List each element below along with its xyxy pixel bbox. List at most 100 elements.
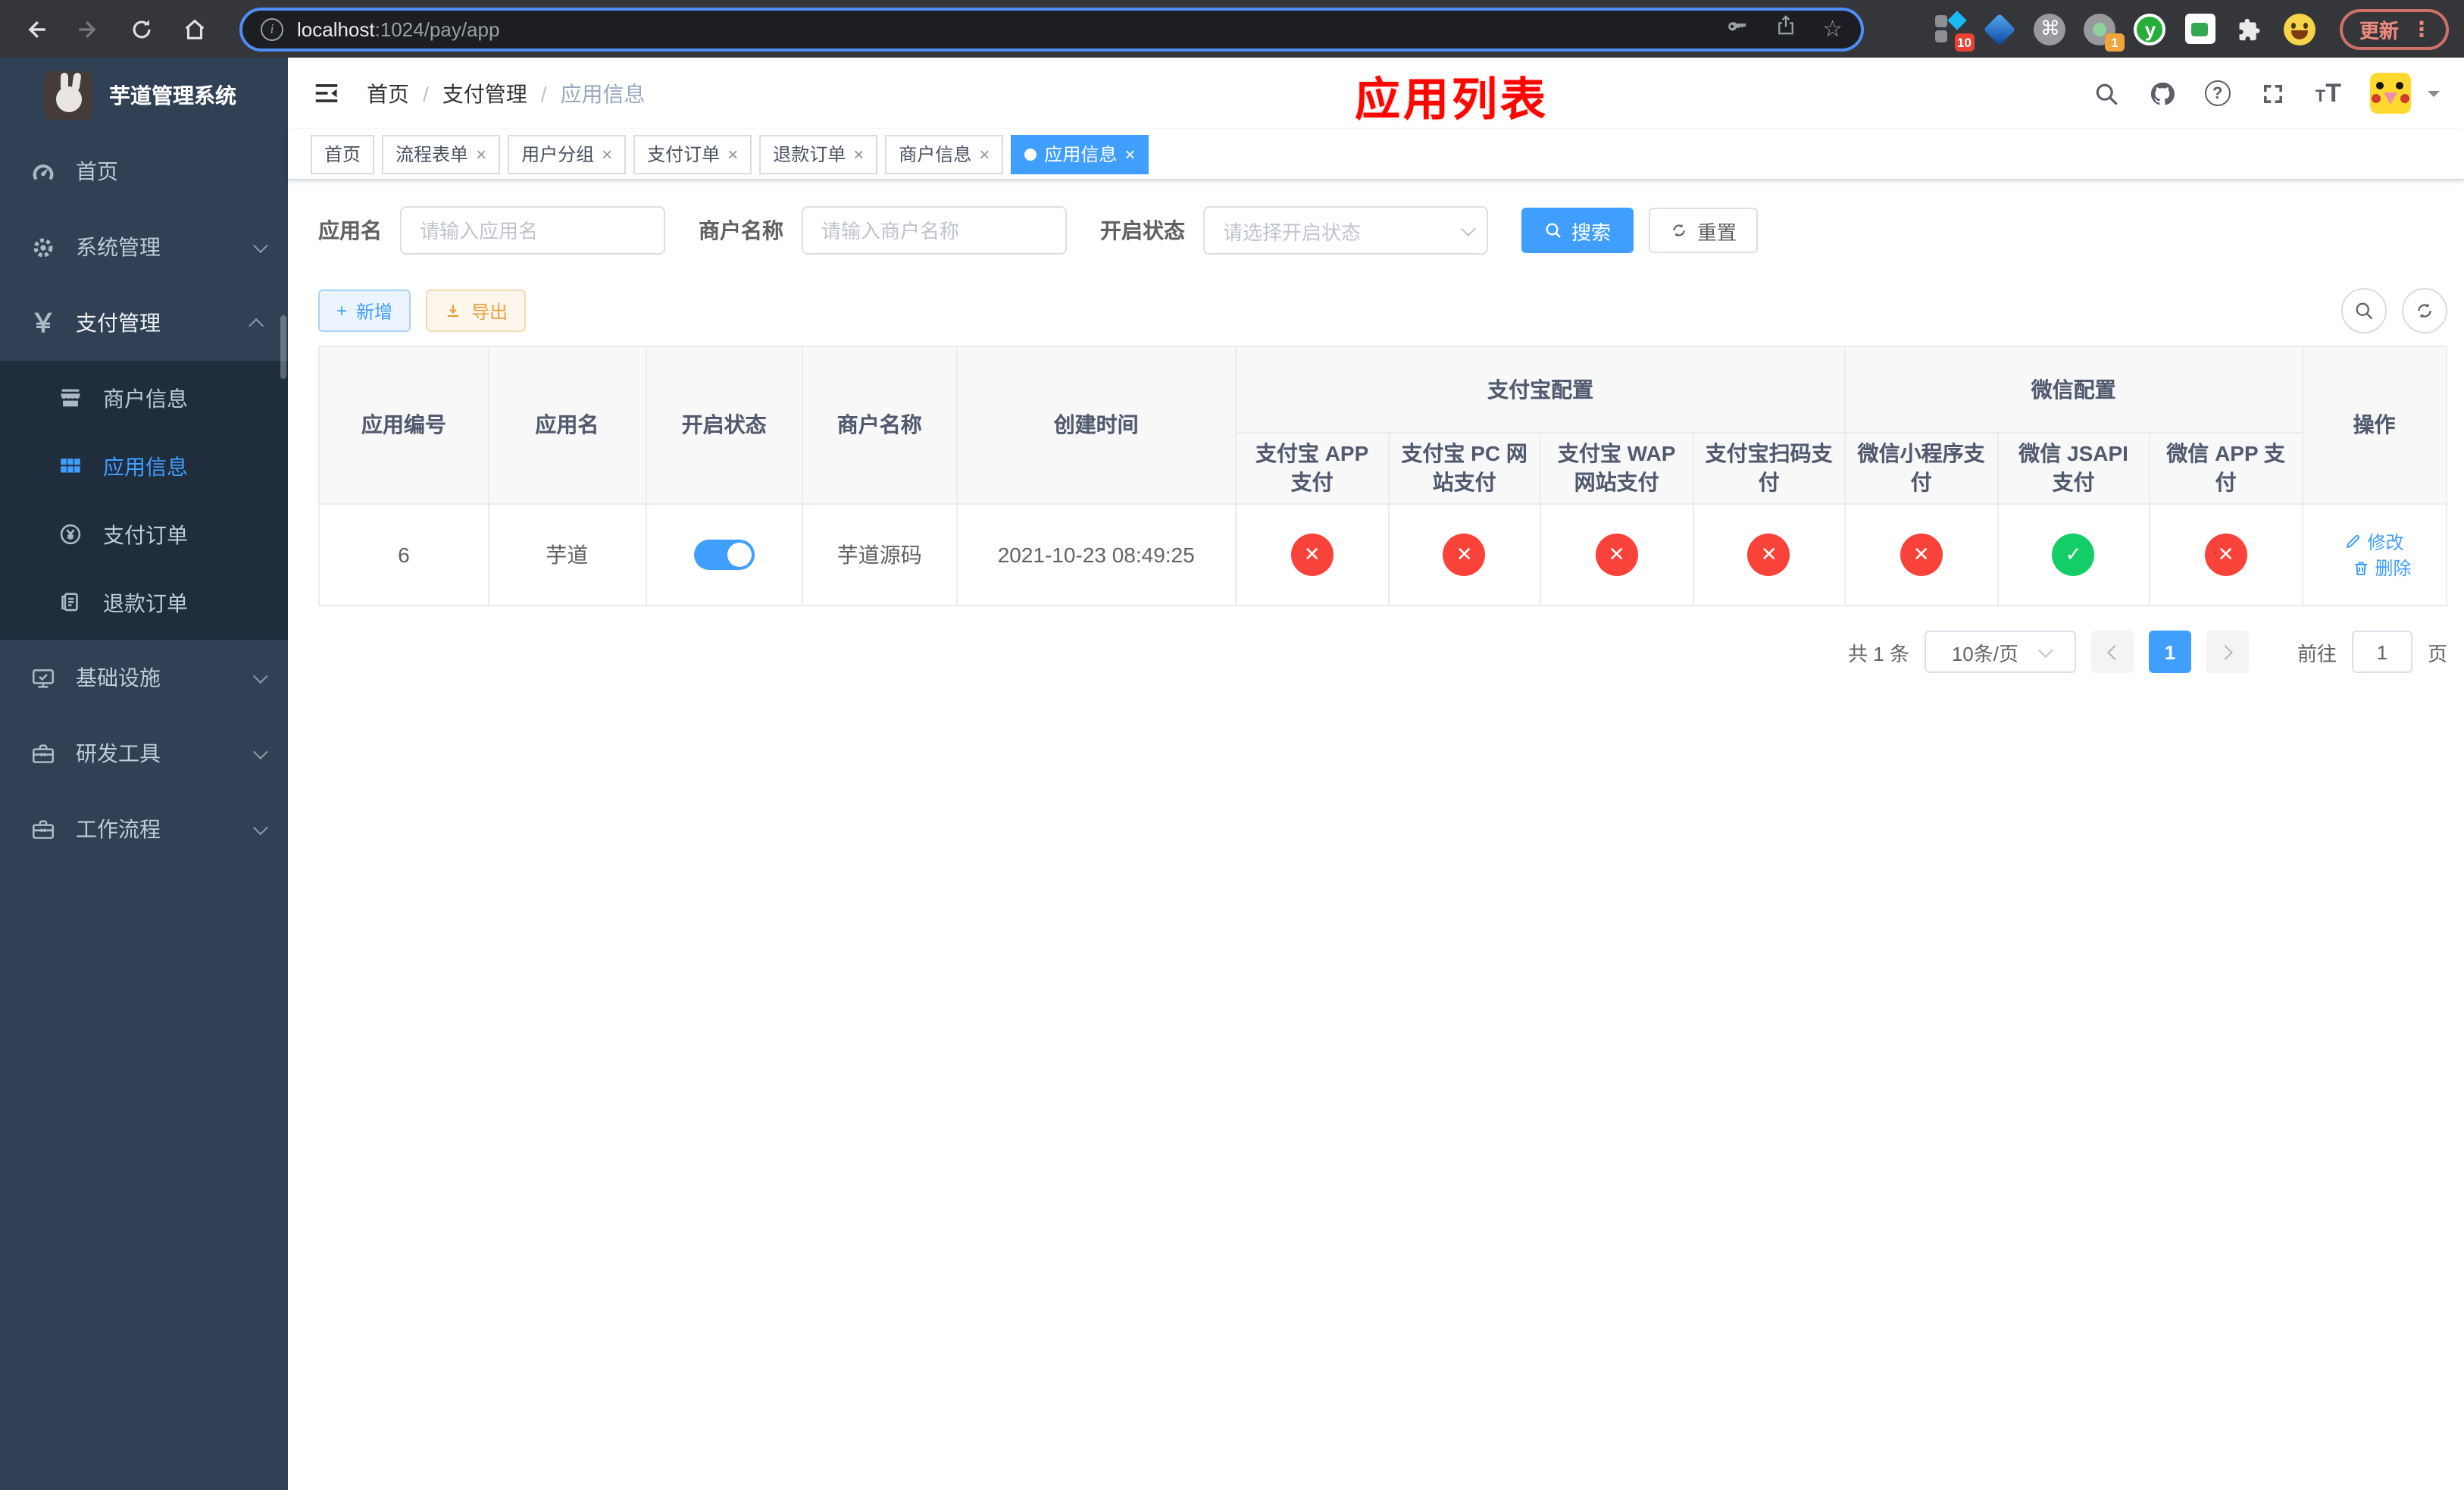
- share-icon[interactable]: [1774, 14, 1796, 44]
- tag-pay-order[interactable]: 支付订单 ×: [633, 134, 752, 174]
- close-icon[interactable]: ×: [1124, 145, 1135, 163]
- edit-link[interactable]: 修改: [2345, 528, 2404, 554]
- extension-badge: 10: [1954, 33, 1975, 52]
- url-text[interactable]: localhost:1024/pay/app: [297, 17, 1712, 40]
- close-icon[interactable]: ×: [476, 145, 486, 163]
- refresh-table-button[interactable]: [2402, 288, 2447, 333]
- tag-home[interactable]: 首页: [311, 134, 375, 174]
- app-name-input[interactable]: [400, 206, 665, 255]
- yen-icon: ￥: [30, 308, 56, 337]
- bookmark-star-icon[interactable]: ☆: [1822, 17, 1843, 40]
- status-select[interactable]: 请选择开启状态: [1203, 206, 1488, 255]
- font-size-icon[interactable]: TT: [2315, 80, 2341, 106]
- chevron-down-icon: [2037, 642, 2053, 658]
- sidebar-scrollbar[interactable]: [280, 315, 286, 379]
- extension-status-icon[interactable]: 1: [2084, 12, 2125, 52]
- password-key-icon[interactable]: [1725, 14, 1748, 44]
- sidebar-item-infrastructure[interactable]: 基础设施: [0, 640, 288, 715]
- pay-order-icon: [58, 521, 83, 547]
- site-info-icon[interactable]: i: [261, 17, 283, 40]
- collapse-sidebar-icon[interactable]: [312, 79, 341, 108]
- home-icon[interactable]: [174, 9, 214, 49]
- breadcrumb-separator: /: [423, 81, 429, 105]
- sidebar-item-payment[interactable]: ￥ 支付管理: [0, 285, 288, 361]
- help-icon[interactable]: ?: [2204, 80, 2231, 106]
- col-status: 开启状态: [645, 346, 804, 505]
- fullscreen-icon[interactable]: [2259, 80, 2287, 107]
- tag-merchant-info[interactable]: 商户信息 ×: [885, 134, 1004, 174]
- active-dot: [1024, 148, 1037, 160]
- sidebar-logo-row[interactable]: 芋道管理系统: [0, 58, 288, 133]
- sidebar-item-refund-order[interactable]: 退款订单: [0, 568, 288, 637]
- tag-refund-order[interactable]: 退款订单 ×: [759, 134, 878, 174]
- status-cross-icon: ✕: [1747, 534, 1790, 576]
- browser-update-button[interactable]: 更新 ⋮: [2339, 8, 2449, 49]
- status-cross-icon: ✕: [1443, 534, 1486, 576]
- col-alipay-app: 支付宝 APP 支付: [1235, 432, 1390, 505]
- toggle-search-button[interactable]: [2341, 288, 2387, 333]
- extensions-puzzle-icon[interactable]: [2234, 12, 2267, 45]
- current-page[interactable]: 1: [2148, 631, 2191, 673]
- url-bar[interactable]: i localhost:1024/pay/app ☆: [239, 7, 1864, 51]
- group-wechat-config: 微信配置: [1844, 346, 2303, 434]
- sidebar-item-app-info[interactable]: 应用信息: [0, 432, 288, 500]
- breadcrumb-separator: /: [540, 81, 547, 105]
- extension-kite-icon[interactable]: [1984, 12, 2017, 45]
- breadcrumb-payment[interactable]: 支付管理: [442, 78, 527, 108]
- search-icon[interactable]: [2093, 80, 2120, 107]
- sidebar-item-dev-tools[interactable]: 研发工具: [0, 715, 288, 791]
- sidebar-item-home[interactable]: 首页: [0, 133, 288, 209]
- breadcrumb-current: 应用信息: [560, 81, 646, 105]
- refresh-icon: [1673, 224, 1685, 237]
- col-wechat-app: 微信 APP 支付: [2149, 432, 2303, 505]
- prev-page-button[interactable]: [2090, 631, 2134, 673]
- table-toolbar: + 新增 导出: [318, 288, 2447, 333]
- close-icon[interactable]: ×: [727, 145, 738, 163]
- tag-user-group[interactable]: 用户分组 ×: [508, 134, 627, 174]
- page-size-select[interactable]: 10条/页: [1924, 631, 2076, 673]
- github-icon[interactable]: [2149, 80, 2176, 107]
- download-icon: [448, 305, 459, 318]
- tag-process-form[interactable]: 流程表单 ×: [382, 134, 501, 174]
- avatar-caret-icon[interactable]: [2428, 90, 2440, 102]
- status-toggle[interactable]: [693, 540, 755, 570]
- profile-avatar[interactable]: [2284, 12, 2317, 45]
- close-icon[interactable]: ×: [979, 145, 990, 163]
- col-wechat-mini: 微信小程序支付: [1844, 432, 1999, 505]
- goto-page-input[interactable]: [2351, 631, 2412, 673]
- extension-y-icon[interactable]: y: [2134, 12, 2167, 45]
- breadcrumb-home[interactable]: 首页: [367, 78, 409, 108]
- table-row: 6 芋道 芋道源码 2021-10-23 08:49:25 ✕ ✕ ✕ ✕ ✕ …: [318, 503, 2448, 606]
- reload-icon[interactable]: [121, 9, 161, 49]
- back-icon[interactable]: [15, 9, 55, 49]
- reset-button[interactable]: 重置: [1649, 208, 1759, 253]
- sidebar-item-pay-order[interactable]: 支付订单: [0, 500, 288, 568]
- delete-link[interactable]: 删除: [2353, 555, 2412, 581]
- cell-merchant: 芋道源码: [802, 503, 958, 606]
- next-page-button[interactable]: [2206, 631, 2249, 673]
- extension-blocks-icon[interactable]: 10: [1934, 11, 1975, 52]
- sidebar-item-label: 首页: [76, 159, 118, 183]
- sidebar-item-system[interactable]: 系统管理: [0, 209, 288, 285]
- status-cross-icon: ✕: [1595, 534, 1638, 576]
- chevron-right-icon: [2218, 644, 2233, 659]
- close-icon[interactable]: ×: [853, 145, 864, 163]
- app-name-label: 应用名: [318, 218, 382, 243]
- browser-menu-icon[interactable]: ⋮: [2411, 16, 2432, 42]
- sidebar-item-workflow[interactable]: 工作流程: [0, 791, 288, 867]
- sidebar-item-merchant-info[interactable]: 商户信息: [0, 364, 288, 432]
- tag-app-info[interactable]: 应用信息 ×: [1011, 134, 1149, 174]
- add-button[interactable]: + 新增: [318, 290, 411, 332]
- extension-command-icon[interactable]: ⌘: [2034, 12, 2067, 45]
- col-alipay-pc: 支付宝 PC 网站支付: [1387, 432, 1542, 505]
- search-button[interactable]: 搜索: [1521, 208, 1634, 253]
- user-avatar[interactable]: [2370, 73, 2411, 114]
- extension-chat-icon[interactable]: [2184, 12, 2217, 45]
- chevron-down-icon: [252, 237, 268, 253]
- close-icon[interactable]: ×: [602, 145, 612, 163]
- merchant-name-input[interactable]: [802, 206, 1067, 255]
- chevron-down-icon: [252, 668, 268, 684]
- pagination-total: 共 1 条: [1848, 642, 1909, 665]
- col-alipay-qr: 支付宝扫码支付: [1692, 432, 1846, 505]
- export-button[interactable]: 导出: [426, 290, 527, 332]
